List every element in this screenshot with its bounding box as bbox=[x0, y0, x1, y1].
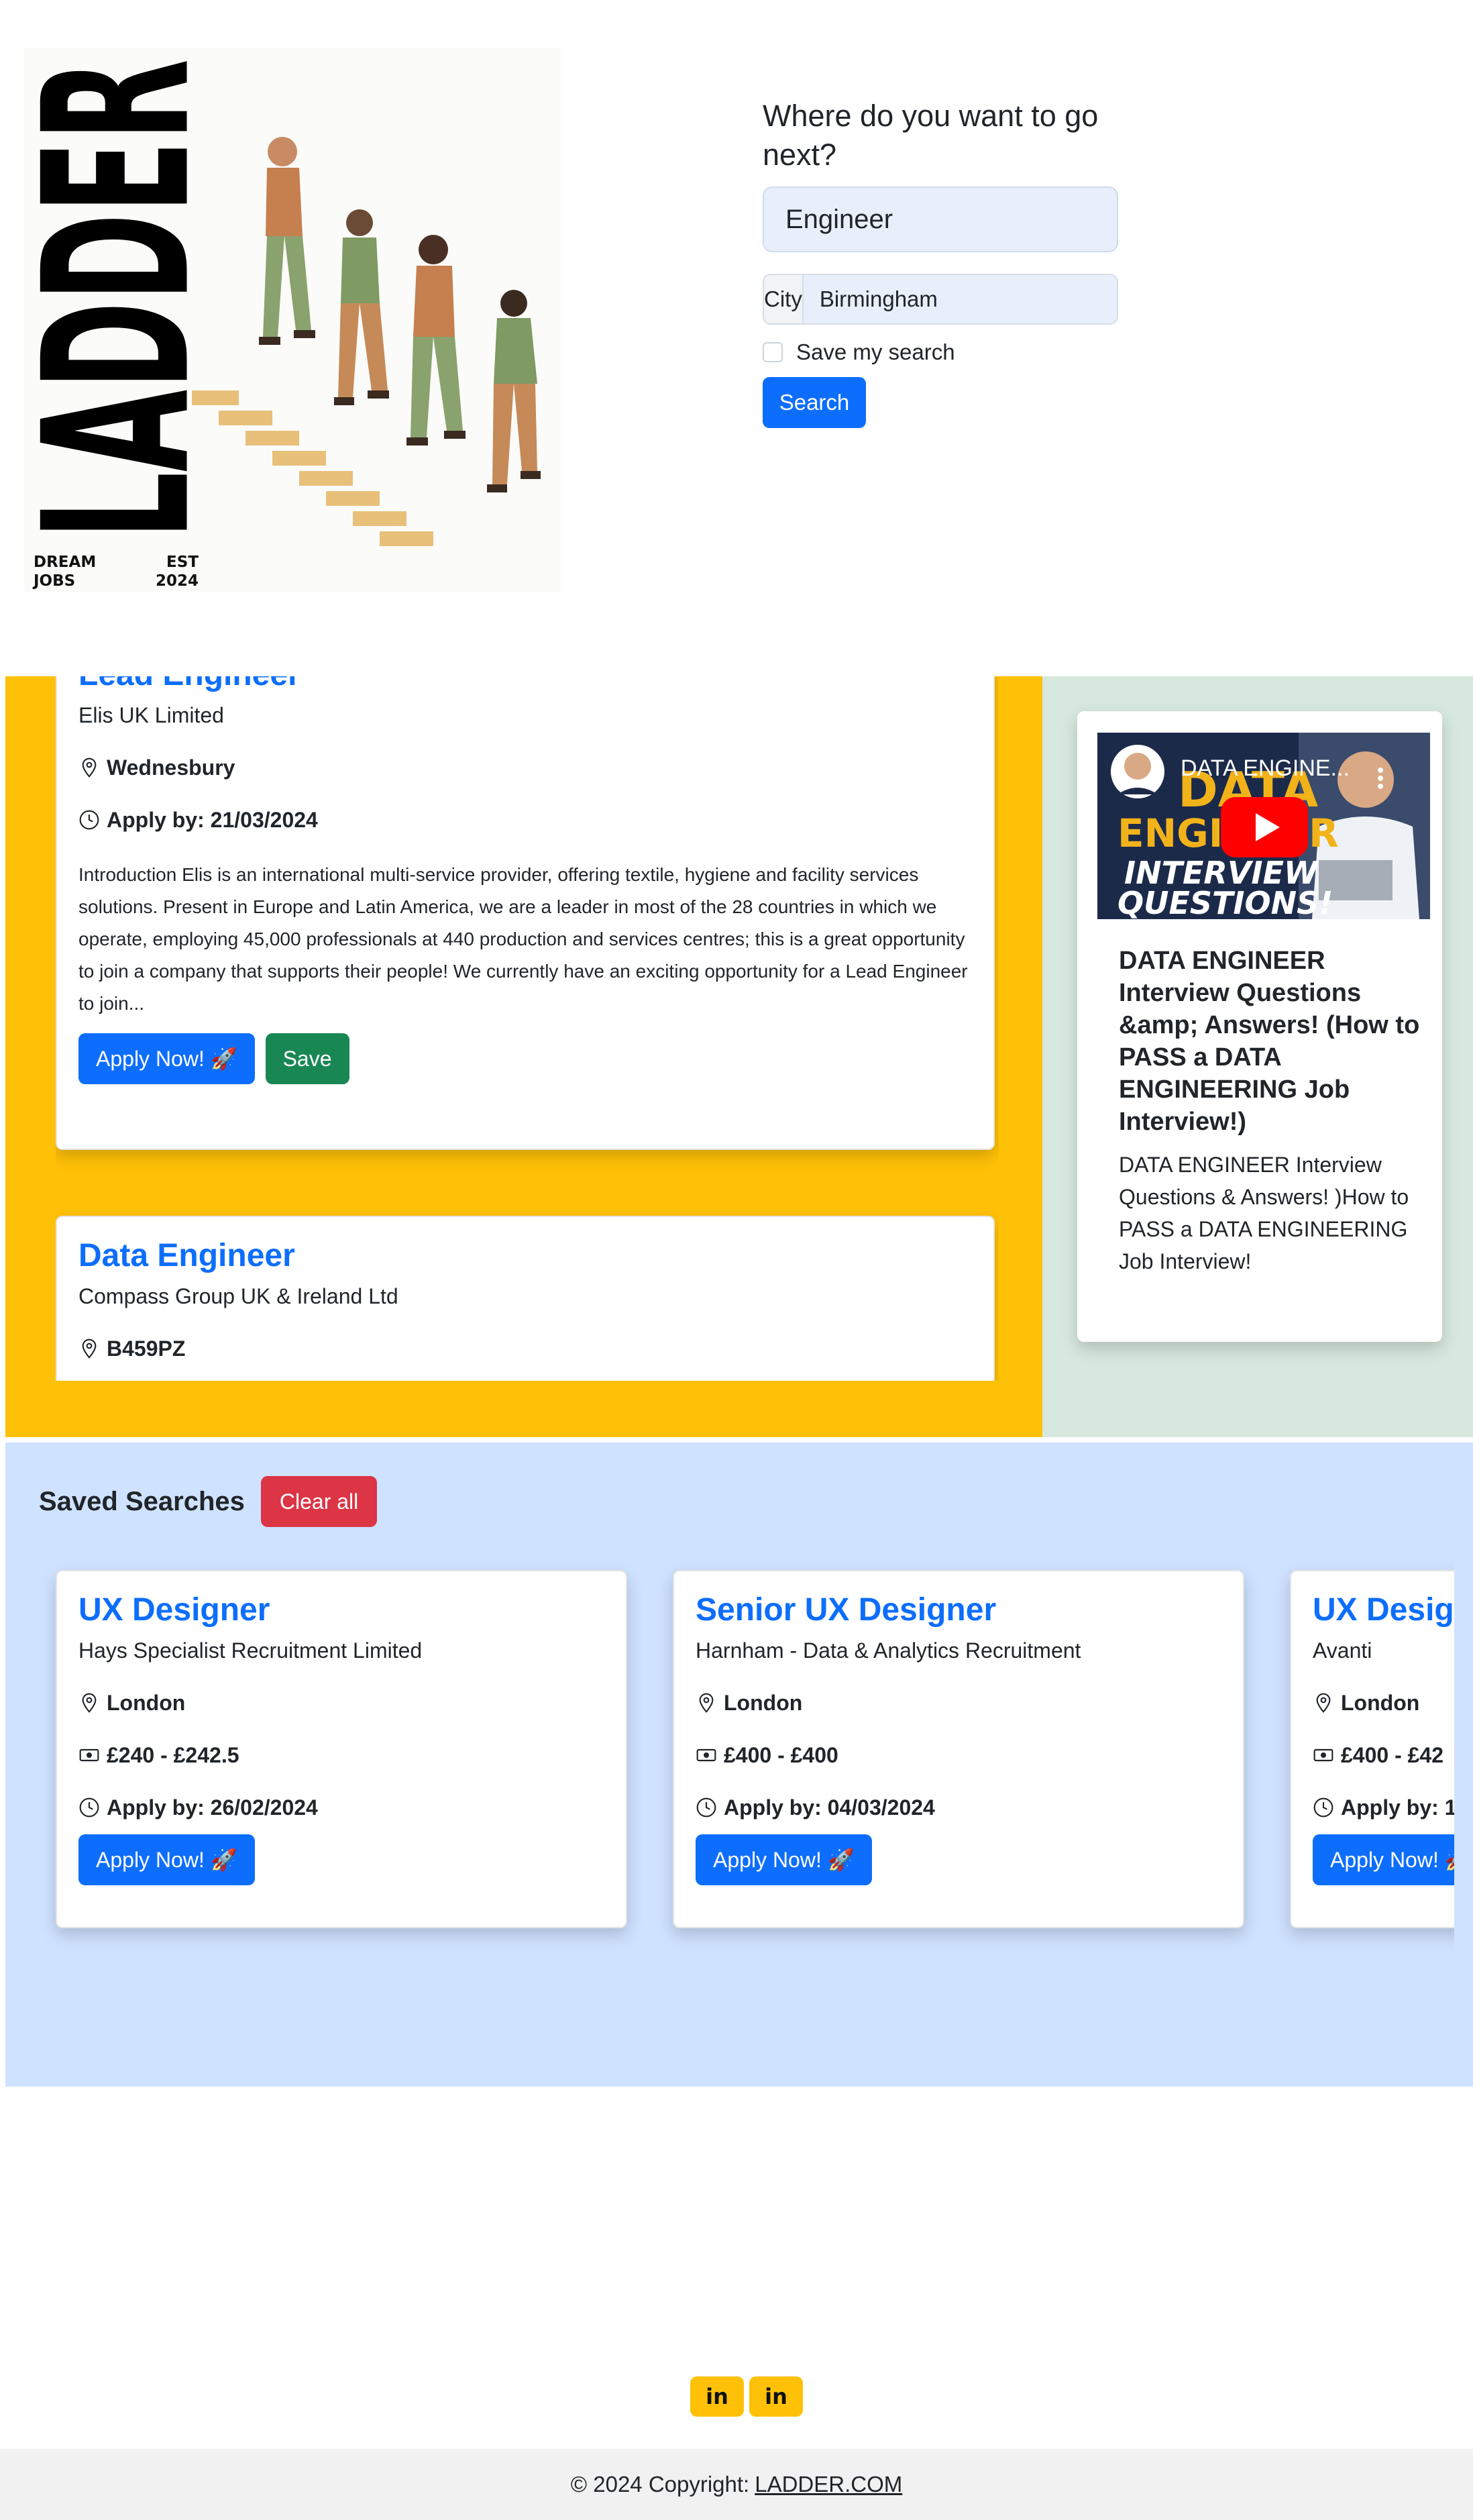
job-location: London bbox=[1313, 1689, 1454, 1716]
location-pin-icon bbox=[699, 1693, 714, 1713]
location-pin-icon bbox=[1316, 1693, 1331, 1713]
save-search-label[interactable]: Save my search bbox=[796, 339, 955, 365]
job-deadline: Apply by: 26/02/2024 bbox=[78, 1794, 604, 1821]
apply-now-button[interactable]: Apply Now! 🚀 bbox=[696, 1834, 872, 1885]
location-pin-icon bbox=[82, 1693, 97, 1713]
svg-text:QUESTIONS!: QUESTIONS! bbox=[1117, 885, 1333, 919]
copyright-footer: © 2024 Copyright: LADDER.COM bbox=[0, 2449, 1473, 2520]
job-company: Elis UK Limited bbox=[78, 703, 224, 727]
job-title-link[interactable]: UX Designer bbox=[1313, 1590, 1454, 1630]
job-location-text: London bbox=[724, 1691, 803, 1715]
cash-icon bbox=[79, 1748, 99, 1762]
clock-icon bbox=[79, 1797, 99, 1818]
saved-searches-section: Saved Searches Clear all UX Designer Hay… bbox=[5, 1442, 1473, 2087]
search-heading: Where do you want to go next? bbox=[763, 99, 1099, 172]
video-description: DATA ENGINEER Interview Questions & Answ… bbox=[1119, 1153, 1409, 1273]
save-search-checkbox[interactable] bbox=[763, 342, 783, 362]
job-title-link[interactable]: Senior UX Designer bbox=[696, 1590, 1221, 1630]
city-input[interactable] bbox=[803, 275, 1117, 323]
job-actions: Apply Now! 🚀 bbox=[78, 1834, 604, 1885]
job-company: Harnham - Data & Analytics Recruitment bbox=[696, 1638, 1081, 1663]
job-company: Hays Specialist Recruitment Limited bbox=[78, 1638, 423, 1663]
job-salary: £240 - £242.5 bbox=[78, 1742, 604, 1769]
job-salary: £400 - £400 bbox=[696, 1742, 1221, 1769]
job-location-text: London bbox=[1341, 1691, 1420, 1715]
apply-now-button[interactable]: Apply Now! 🚀 bbox=[1313, 1834, 1454, 1885]
job-deadline: Apply by: 21/03/2024 bbox=[78, 806, 972, 833]
job-search-form: Where do you want to go next? City Save … bbox=[763, 97, 1118, 428]
location-pin-icon bbox=[82, 757, 97, 778]
clock-icon bbox=[696, 1797, 716, 1818]
job-deadline: Apply by: 04/03/2024 bbox=[696, 1794, 1221, 1821]
social-links: in in bbox=[690, 2376, 803, 2417]
job-description: Introduction Elis is an international mu… bbox=[78, 864, 968, 1014]
ladder-wordmark: LADDER bbox=[1, 59, 235, 539]
copyright-text: © 2024 Copyright: bbox=[570, 2472, 750, 2497]
ladder-home-link[interactable]: LADDER.COM bbox=[755, 2472, 902, 2497]
job-actions: Apply Now! 🚀 Save bbox=[78, 1033, 972, 1084]
job-title-link[interactable]: Lead Engineer bbox=[78, 676, 972, 695]
saved-job-card: Senior UX Designer Harnham - Data & Anal… bbox=[673, 1570, 1244, 1928]
search-button[interactable]: Search bbox=[763, 377, 866, 428]
job-location: Wednesbury bbox=[78, 754, 972, 781]
video-card: DATA ENGINEER INTERVIEW QUESTIONS! DATA … bbox=[1077, 711, 1442, 1342]
video-thumb-title: DATA ENGINE... bbox=[1181, 755, 1350, 781]
job-salary-text: £400 - £400 bbox=[724, 1743, 838, 1767]
job-card: Lead Engineer Elis UK Limited Wednesbury… bbox=[56, 676, 995, 1150]
city-input-group: City bbox=[763, 274, 1118, 325]
job-location-text: Wednesbury bbox=[107, 755, 235, 780]
logo-tagline-dream-jobs: DREAM JOBS bbox=[34, 553, 96, 590]
job-card: Data Engineer Compass Group UK & Ireland… bbox=[56, 1216, 995, 1381]
job-salary: £400 - £42 bbox=[1313, 1742, 1454, 1769]
logo-tagline-line: DREAM bbox=[34, 554, 97, 571]
job-company: Compass Group UK & Ireland Ltd bbox=[78, 1284, 398, 1308]
job-location: London bbox=[78, 1689, 604, 1716]
saved-job-card: UX Designer Hays Specialist Recruitment … bbox=[56, 1570, 627, 1928]
job-title-link[interactable]: UX Designer bbox=[78, 1590, 604, 1630]
job-actions: Apply Now! 🚀 bbox=[696, 1834, 1221, 1885]
climbing-stairs-illustration bbox=[192, 136, 567, 578]
job-location: London bbox=[696, 1689, 1221, 1716]
job-location-text: B459PZ bbox=[107, 1336, 186, 1361]
job-results-section: Lead Engineer Elis UK Limited Wednesbury… bbox=[5, 676, 1042, 1437]
logo-tagline-line: JOBS bbox=[34, 572, 76, 590]
clock-icon bbox=[79, 810, 99, 830]
video-section: DATA ENGINEER INTERVIEW QUESTIONS! DATA … bbox=[1042, 676, 1473, 1437]
cash-icon bbox=[1313, 1748, 1333, 1762]
hero-section: LADDER DREAM JOBS EST 2024 bbox=[0, 0, 1473, 671]
job-title-input[interactable] bbox=[763, 187, 1118, 252]
youtube-video-player[interactable]: DATA ENGINEER INTERVIEW QUESTIONS! DATA … bbox=[1097, 733, 1430, 919]
job-deadline-text: Apply by: 21/03/2024 bbox=[107, 808, 318, 832]
apply-now-button[interactable]: Apply Now! 🚀 bbox=[78, 1033, 255, 1084]
saved-job-card: UX Designer Avanti London £400 - £42 App… bbox=[1290, 1570, 1454, 1928]
job-company: Avanti bbox=[1313, 1638, 1372, 1663]
apply-now-button[interactable]: Apply Now! 🚀 bbox=[78, 1834, 255, 1885]
linkedin-icon[interactable]: in bbox=[749, 2376, 803, 2417]
job-deadline-text: Apply by: 04/03/2024 bbox=[724, 1795, 935, 1820]
city-label: City bbox=[764, 275, 804, 323]
svg-text:LADDER: LADDER bbox=[34, 59, 201, 539]
save-job-button[interactable]: Save bbox=[265, 1033, 349, 1084]
cash-icon bbox=[696, 1748, 716, 1762]
job-deadline: Apply by: 1 bbox=[1313, 1794, 1454, 1821]
job-deadline-text: Apply by: 1 bbox=[1341, 1795, 1454, 1820]
saved-searches-carousel[interactable]: UX Designer Hays Specialist Recruitment … bbox=[5, 1442, 1454, 2087]
job-actions: Apply Now! 🚀 bbox=[1313, 1834, 1454, 1885]
clock-icon bbox=[1313, 1797, 1333, 1818]
ladder-logo-image: LADDER DREAM JOBS EST 2024 bbox=[1, 48, 561, 592]
job-location-text: London bbox=[107, 1691, 186, 1715]
video-heading: DATA ENGINEER Interview Questions &amp; … bbox=[1119, 947, 1420, 1136]
job-salary-text: £400 - £42 bbox=[1341, 1743, 1444, 1767]
location-pin-icon bbox=[82, 1338, 97, 1359]
job-title-link[interactable]: Data Engineer bbox=[78, 1236, 972, 1276]
job-location: B459PZ bbox=[78, 1335, 972, 1362]
job-salary-text: £240 - £242.5 bbox=[107, 1743, 239, 1767]
job-results-scroll[interactable]: Lead Engineer Elis UK Limited Wednesbury… bbox=[56, 676, 999, 1381]
job-deadline-text: Apply by: 26/02/2024 bbox=[107, 1795, 318, 1820]
save-search-row: Save my search bbox=[763, 339, 1118, 365]
linkedin-icon[interactable]: in bbox=[690, 2376, 744, 2417]
